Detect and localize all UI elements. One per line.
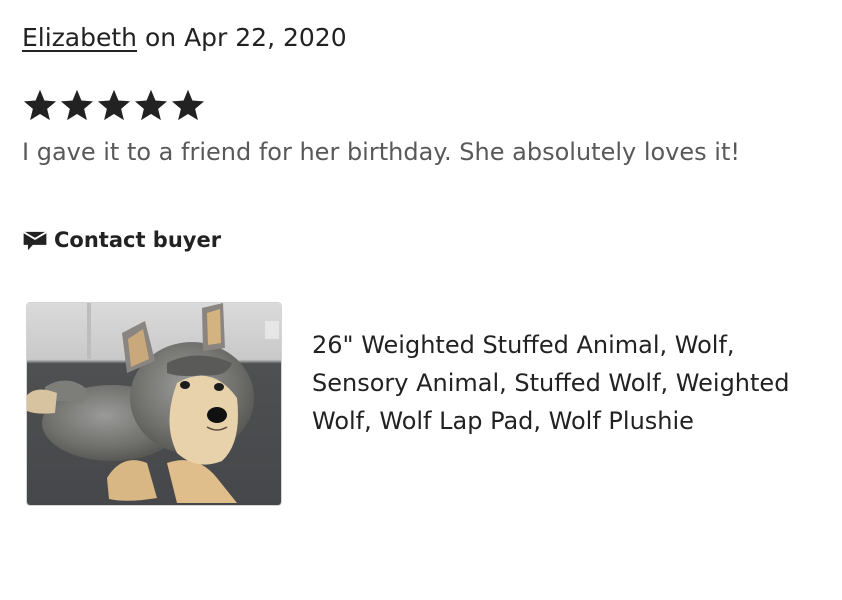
reviewer-name-link[interactable]: Elizabeth — [22, 23, 137, 52]
product-title-link[interactable]: 26" Weighted Stuffed Animal, Wolf, Senso… — [312, 326, 792, 440]
star-icon — [60, 89, 94, 121]
contact-buyer-label: Contact buyer — [54, 228, 222, 252]
review-date: Apr 22, 2020 — [184, 23, 347, 52]
star-rating — [22, 87, 206, 123]
product-image[interactable] — [26, 302, 282, 506]
review-header: Elizabeth on Apr 22, 2020 — [22, 20, 347, 56]
product-card: 26" Weighted Stuffed Animal, Wolf, Senso… — [26, 302, 792, 506]
star-icon — [23, 89, 57, 121]
date-prefix: on — [137, 23, 185, 52]
star-icon — [134, 89, 168, 121]
message-icon — [23, 231, 47, 251]
contact-buyer-button[interactable]: Contact buyer — [22, 225, 221, 255]
review-text: I gave it to a friend for her birthday. … — [22, 138, 740, 166]
star-icon — [171, 89, 205, 121]
star-icon — [97, 89, 131, 121]
